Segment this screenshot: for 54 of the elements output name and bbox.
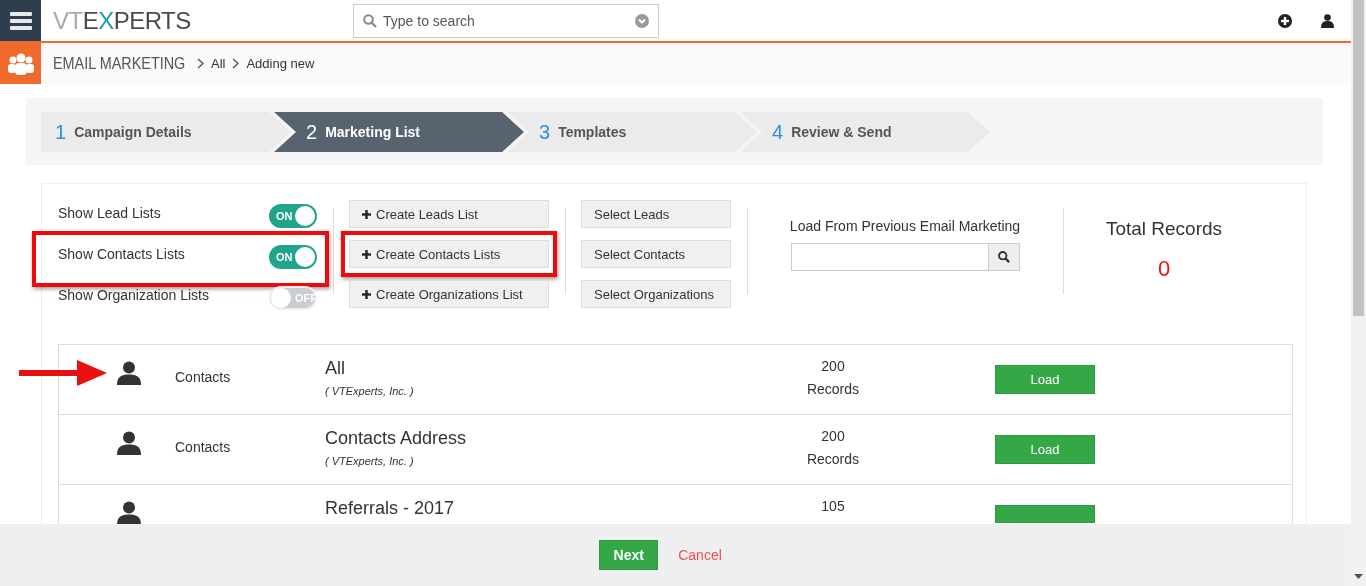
logo: VTEXPERTS (53, 6, 192, 35)
list-owner: ( VTExperts, Inc. ) (325, 455, 415, 467)
scrollbar[interactable] (1351, 0, 1366, 586)
menu-button[interactable] (0, 0, 41, 41)
create-list-button[interactable]: Create Leads List (349, 200, 549, 228)
scrollbar-thumb[interactable] (1353, 0, 1364, 316)
list-name: Contacts Address (325, 428, 468, 449)
record-unit: Records (806, 451, 860, 467)
breadcrumb-item[interactable]: All (211, 56, 226, 71)
person-icon (117, 431, 141, 455)
list-owner: ( VTExperts, Inc. ) (325, 385, 415, 397)
search-icon (363, 13, 377, 28)
module-title[interactable]: EMAIL MARKETING (53, 54, 186, 73)
chevron-right-icon (197, 58, 204, 69)
wizard-step[interactable]: 2 Marketing List (274, 112, 524, 152)
plus-icon (362, 249, 371, 259)
record-count: 105 (821, 498, 845, 514)
toggle-label: Show Lead Lists (58, 205, 161, 221)
person-icon (117, 361, 141, 385)
wizard-step[interactable]: 3 Templates (507, 112, 757, 152)
record-unit: Records (806, 381, 860, 397)
chevron-right-icon (232, 58, 240, 69)
select-button[interactable]: Select Leads (581, 200, 731, 228)
list-name: All (325, 358, 346, 379)
toggle-label: Show Contacts Lists (58, 246, 185, 262)
user-icon[interactable] (1321, 13, 1334, 28)
create-list-button[interactable]: Create Organizations List (349, 280, 549, 308)
add-icon[interactable] (1278, 13, 1292, 28)
users-icon (6, 51, 35, 76)
load-previous-label: Load From Previous Email Marketing (789, 218, 1021, 234)
list-name: Referrals - 2017 (325, 498, 456, 519)
select-button[interactable]: Select Contacts (581, 240, 731, 268)
wizard-step[interactable]: 1 Campaign Details (41, 112, 291, 152)
total-records-label: Total Records (1105, 218, 1223, 240)
record-count: 200 (821, 428, 845, 444)
record-count: 200 (821, 358, 845, 374)
person-icon (117, 501, 141, 525)
plus-icon (362, 209, 371, 219)
module-name: Contacts (175, 369, 231, 385)
search-field[interactable]: Type to search (353, 3, 659, 38)
create-list-button[interactable]: Create Contacts Lists (349, 240, 549, 268)
search-icon (997, 251, 1010, 263)
wizard-step[interactable]: 4 Review & Send (740, 112, 990, 152)
search-button[interactable] (988, 243, 1020, 271)
total-records-value: 0 (1157, 256, 1171, 282)
toggle-label: Show Organization Lists (58, 287, 209, 303)
scroll-down-icon[interactable] (1354, 574, 1363, 580)
load-previous-field[interactable] (790, 243, 989, 271)
menu-icon (9, 11, 32, 30)
plus-icon (362, 289, 371, 299)
select-button[interactable]: Select Organizations (581, 280, 731, 308)
breadcrumb-item[interactable]: Adding new (246, 56, 315, 71)
module-name: Contacts (175, 439, 231, 455)
chevron-down-icon (635, 13, 649, 28)
